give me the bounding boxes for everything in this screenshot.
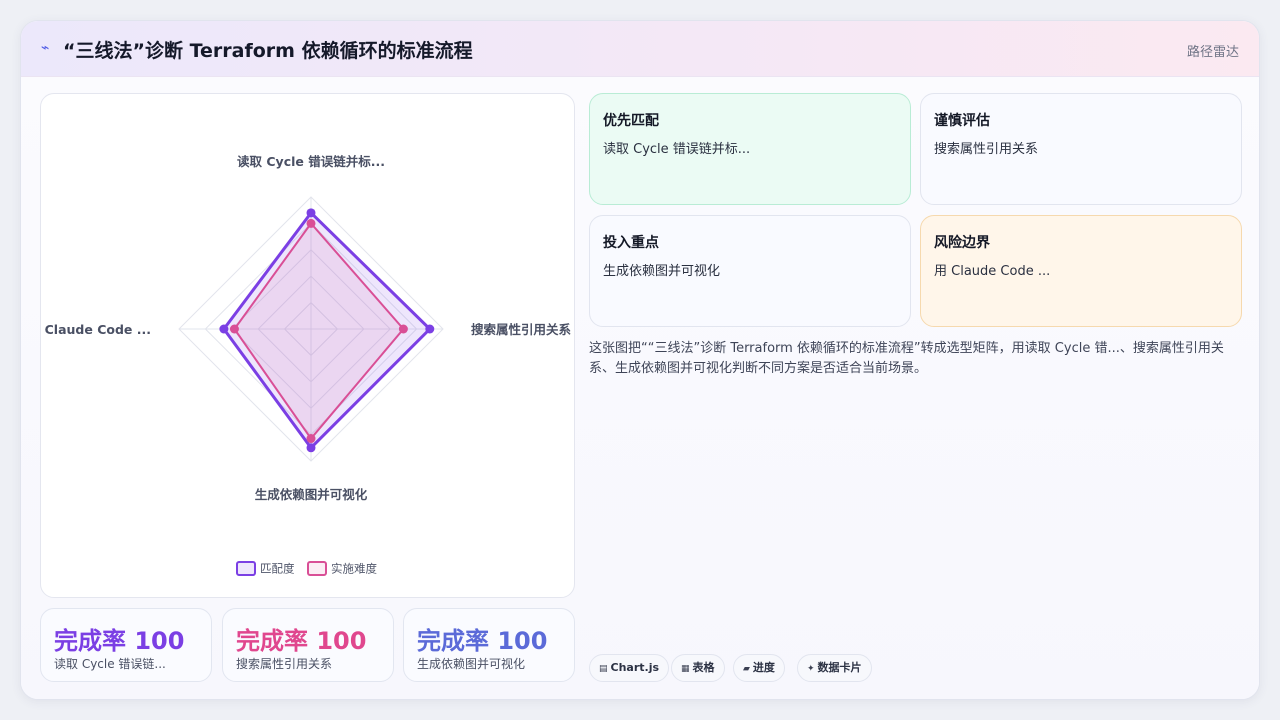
summary-text: 这张图把““三线法”诊断 Terraform 依赖循环的标准流程”转成选型矩阵，… [589, 341, 1224, 376]
card-careful-eval: 谨慎评估 搜索属性引用关系 [920, 93, 1242, 205]
stat-desc: 搜索属性引用关系 [236, 657, 333, 671]
card-investment-focus: 投入重点 生成依赖图并可视化 [589, 215, 911, 327]
legend-label: 匹配度 [260, 562, 295, 576]
stat-label: 完成率 [417, 627, 489, 655]
card-title: 优先匹配 [603, 113, 659, 129]
stat-value: 完成率 100 [236, 621, 366, 656]
table-icon: ▦ [681, 664, 690, 674]
legend-label: 实施难度 [331, 562, 377, 576]
stat-number: 100 [497, 627, 548, 655]
card-desc: 生成依赖图并可视化 [603, 264, 721, 279]
stat-value: 完成率 100 [54, 621, 184, 656]
stat-label: 完成率 [54, 627, 126, 655]
page-subtitle: 路径雷达 [1186, 45, 1239, 60]
dashboard-frame: ⌁ “三线法”诊断 Terraform 依赖循环的标准流程 路径雷达 读取 Cy… [20, 20, 1260, 700]
radar-chart-panel: 读取 Cycle 错误链并标... 搜索属性引用关系生成依赖图并可视化 用 Clau… [40, 93, 575, 598]
radar-series-area [233, 221, 405, 441]
stat-label: 完成率 [236, 627, 308, 655]
radar-data-point [306, 443, 316, 453]
card-title: 投入重点 [603, 235, 659, 251]
stat-desc: 读取 Cycle 错误链... [54, 657, 166, 671]
sparkle-icon: ✦ [807, 664, 815, 674]
card-risk-boundary: 风险边界 用 Claude Code ... [920, 215, 1242, 327]
radar-data-point [219, 324, 229, 334]
radar-data-point [306, 218, 316, 228]
radar-axis-label: 读取 Cycle 错误链并标... [237, 154, 385, 169]
stat-card-2: 完成率 100 搜索属性引用关系 [222, 608, 394, 682]
lightning-icon: ⌁ [41, 40, 50, 56]
stat-card-1: 完成率 100 读取 Cycle 错误链... [40, 608, 212, 682]
stat-number: 100 [316, 627, 367, 655]
stat-value: 完成率 100 [417, 621, 547, 656]
chip-label: Chart.js [610, 661, 660, 674]
card-desc: 搜索属性引用关系 [934, 142, 1039, 157]
radar-axis-label: 搜索属性引用关系 [471, 322, 572, 337]
card-title: 谨慎评估 [934, 113, 990, 129]
legend-swatch [236, 561, 256, 576]
stat-desc: 生成依赖图并可视化 [417, 657, 526, 671]
radar-chart: 读取 Cycle 错误链并标... 搜索属性引用关系生成依赖图并可视化 用 Clau… [41, 154, 572, 576]
chip-label: 进度 [752, 661, 775, 674]
radar-data-point [229, 324, 239, 334]
chip-data-cards[interactable]: ✦ 数据卡片 [797, 654, 872, 682]
card-priority-match: 优先匹配 读取 Cycle 错误链并标... [589, 93, 911, 205]
chip-progress[interactable]: ▰ 进度 [733, 654, 785, 682]
header-bar: ⌁ “三线法”诊断 Terraform 依赖循环的标准流程 路径雷达 [21, 21, 1259, 77]
progress-icon: ▰ [743, 664, 750, 674]
radar-axis-label: 用 Claude Code ... [41, 322, 151, 337]
card-title: 风险边界 [934, 235, 990, 251]
radar-data-point [306, 208, 316, 218]
chart-icon: ▤ [599, 664, 608, 674]
chip-label: 数据卡片 [817, 661, 862, 674]
radar-data-point [425, 324, 435, 334]
radar-data-point [398, 324, 408, 334]
chip-label: 表格 [692, 661, 715, 674]
card-desc: 用 Claude Code ... [934, 264, 1051, 279]
stat-card-3: 完成率 100 生成依赖图并可视化 [403, 608, 575, 682]
page-title: “三线法”诊断 Terraform 依赖循环的标准流程 [63, 40, 473, 62]
chip-chartjs[interactable]: ▤ Chart.js [589, 654, 670, 682]
legend-swatch [307, 561, 327, 576]
radar-data-point [306, 434, 316, 444]
chip-table[interactable]: ▦ 表格 [671, 654, 725, 682]
radar-axis-label: 生成依赖图并可视化 [255, 487, 368, 502]
stat-number: 100 [134, 627, 185, 655]
card-desc: 读取 Cycle 错误链并标... [603, 142, 751, 157]
